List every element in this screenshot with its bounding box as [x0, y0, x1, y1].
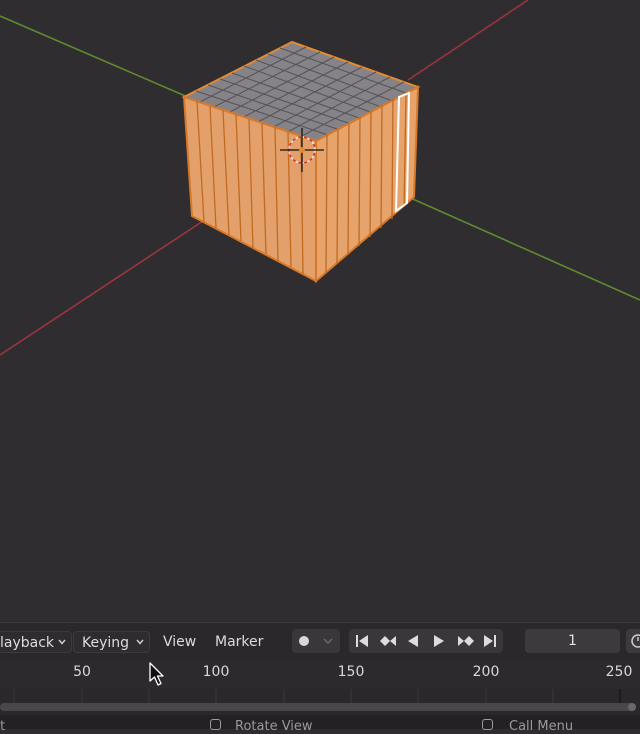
record-keyframe-button[interactable] [292, 629, 316, 653]
timeline-ruler[interactable]: 50 100 150 200 250 [0, 659, 640, 689]
frame-label: 50 [73, 664, 91, 680]
play-reverse-icon [408, 635, 418, 647]
y-axis-line [0, 15, 191, 99]
keying-options-button[interactable] [316, 629, 340, 653]
jump-to-end-icon [484, 635, 496, 647]
frame-label: 150 [337, 664, 365, 680]
mouse-middle-icon [210, 719, 221, 730]
playback-menu-label: layback [0, 635, 55, 651]
3d-viewport[interactable] [0, 0, 640, 620]
clock-icon [631, 634, 640, 648]
record-keyframe-icon [299, 636, 309, 646]
x-axis-line-far [407, 0, 529, 81]
timeline-track-area[interactable] [0, 689, 640, 715]
next-keyframe-icon [458, 636, 474, 646]
frame-label: 200 [472, 664, 500, 680]
mouse-cursor-icon [149, 662, 164, 686]
play-icon [434, 635, 444, 647]
keying-menu-label: Keying [82, 635, 130, 651]
chevron-down-icon [58, 639, 66, 645]
status-right-label: Call Menu [509, 719, 574, 734]
timeline-grid [13, 689, 621, 703]
next-keyframe-button[interactable] [452, 629, 478, 653]
current-frame-field[interactable]: 1 [525, 629, 620, 653]
timeline-scrollbar[interactable] [0, 703, 636, 711]
playback-menu[interactable]: layback [0, 631, 72, 653]
chevron-down-icon [323, 638, 333, 644]
scrollbar-handle[interactable] [628, 703, 636, 711]
jump-to-start-button[interactable] [349, 629, 375, 653]
jump-to-start-icon [356, 635, 368, 647]
status-bar: t Rotate View Call Menu [0, 715, 640, 734]
view-menu[interactable]: View [163, 631, 196, 653]
status-rotate-view: Rotate View [210, 719, 313, 734]
viewport-canvas[interactable] [0, 0, 640, 620]
mouse-right-icon [482, 719, 493, 730]
play-button[interactable] [426, 629, 452, 653]
prev-keyframe-button[interactable] [374, 629, 400, 653]
status-left-text: t [0, 719, 6, 734]
playback-controls [349, 629, 503, 653]
play-reverse-button[interactable] [400, 629, 426, 653]
prev-keyframe-icon [380, 636, 396, 646]
status-middle-label: Rotate View [235, 719, 313, 734]
playback-speed-button[interactable] [626, 629, 640, 653]
keying-menu[interactable]: Keying [73, 631, 150, 653]
chevron-down-icon [136, 639, 144, 645]
frame-label: 100 [202, 664, 230, 680]
auto-keying-group [292, 629, 340, 653]
marker-menu[interactable]: Marker [215, 631, 263, 653]
status-call-menu: Call Menu [482, 719, 573, 734]
frame-label: 250 [605, 664, 633, 680]
jump-to-end-button[interactable] [477, 629, 503, 653]
